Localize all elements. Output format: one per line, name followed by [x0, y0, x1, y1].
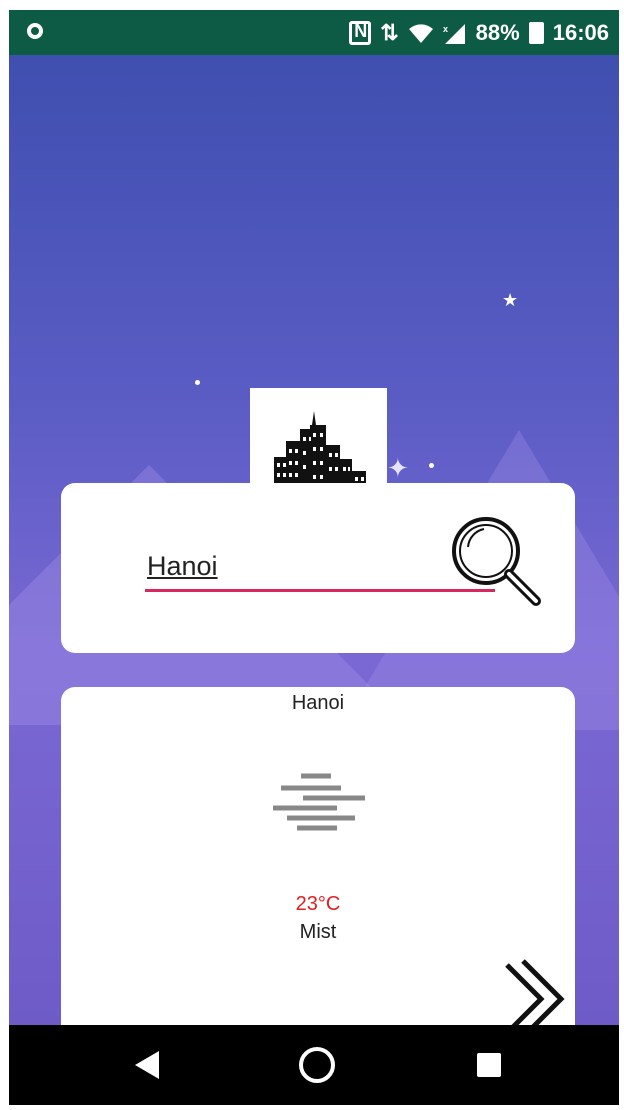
weather-city-name: Hanoi — [291, 692, 345, 714]
wallpaper-background: ★ ✦ Hanoi Hanoi 23°C Mist — [9, 55, 619, 1025]
clock: 16:06 — [552, 19, 609, 45]
star-dot — [195, 380, 200, 385]
search-icon[interactable] — [446, 511, 546, 611]
notification-dot-icon — [27, 23, 43, 39]
status-bar: ⇅ x 88% 16:06 — [9, 10, 619, 55]
svg-text:x: x — [443, 24, 448, 34]
star-dot — [429, 463, 434, 468]
weather-condition: Mist — [299, 921, 337, 943]
device-frame: ⇅ x 88% 16:06 ★ ✦ — [0, 0, 624, 1110]
back-icon[interactable] — [135, 1051, 159, 1079]
double-chevron-right-icon[interactable] — [497, 955, 569, 1025]
search-card — [61, 483, 575, 653]
home-icon[interactable] — [299, 1047, 335, 1083]
phone-screen: ⇅ x 88% 16:06 ★ ✦ — [9, 10, 619, 1105]
city-search-input[interactable] — [145, 543, 495, 592]
nfc-icon — [349, 20, 372, 45]
status-indicators: ⇅ x 88% 16:06 — [349, 10, 609, 55]
star-icon: ★ — [502, 290, 519, 310]
sparkle-icon: ✦ — [387, 453, 409, 483]
recent-apps-icon[interactable] — [477, 1053, 501, 1077]
mist-icon — [273, 773, 365, 831]
battery-percent: 88% — [475, 19, 520, 45]
wifi-icon — [408, 23, 433, 43]
battery-icon — [528, 21, 544, 44]
data-transfer-icon: ⇅ — [380, 19, 399, 45]
signal-icon: x — [443, 23, 465, 44]
temperature-value: 23°C — [295, 893, 341, 915]
weather-card[interactable]: Hanoi 23°C Mist — [61, 687, 575, 1025]
navigation-bar — [9, 1025, 619, 1105]
